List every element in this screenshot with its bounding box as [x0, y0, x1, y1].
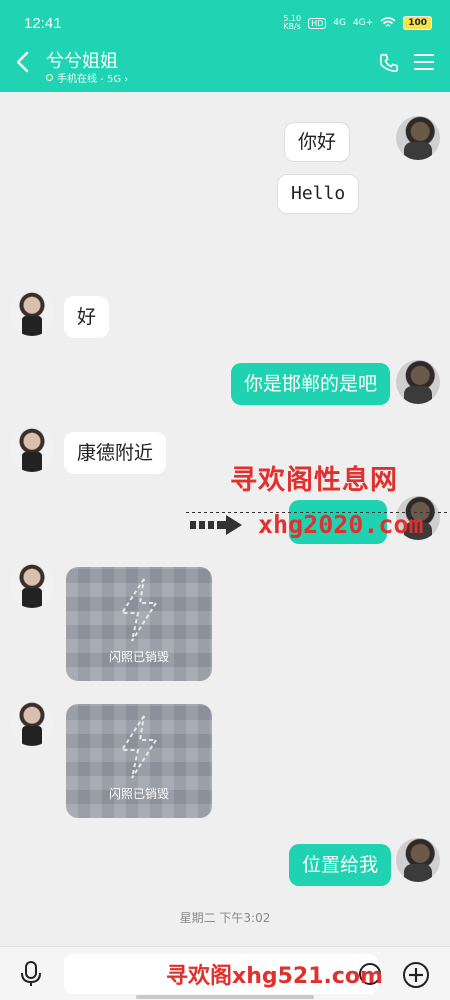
contact-avatar[interactable] — [10, 564, 54, 608]
microphone-icon[interactable] — [20, 961, 42, 987]
my-avatar[interactable] — [396, 116, 440, 160]
wifi-icon — [380, 17, 396, 27]
online-dot-icon — [46, 74, 53, 81]
network-speed-unit: KB/s — [283, 22, 301, 31]
net2-icon: 4G+ — [352, 18, 374, 28]
lightning-icon — [120, 578, 158, 642]
message-timestamp: 星期二 下午3:02 — [179, 911, 271, 925]
back-arrow-icon[interactable] — [12, 50, 36, 74]
menu-icon[interactable] — [414, 53, 434, 71]
watermark-bottom: 寻欢阁xhg521.com — [166, 964, 383, 989]
contact-avatar[interactable] — [10, 428, 54, 472]
battery-icon: 100 — [403, 16, 432, 30]
flash-photo[interactable]: 闪照已销毁 — [66, 567, 212, 681]
online-status[interactable]: 手机在线 - 5G › — [46, 70, 128, 85]
lightning-icon — [120, 715, 158, 779]
watermark-url: xhg2020.com — [258, 510, 424, 539]
home-indicator[interactable] — [136, 995, 314, 999]
my-avatar[interactable] — [396, 360, 440, 404]
flash-photo-caption: 闪照已销毁 — [108, 787, 169, 801]
status-time: 12:41 — [24, 14, 62, 32]
watermark-title: 寻欢阁性息网 — [230, 465, 398, 496]
contact-avatar[interactable] — [10, 702, 54, 746]
my-avatar[interactable] — [396, 838, 440, 882]
hd-icon: HD — [308, 17, 327, 29]
message-bubble-received[interactable]: 好 — [64, 296, 110, 338]
contact-avatar[interactable] — [10, 292, 54, 336]
net1-icon: 4G — [333, 18, 346, 28]
flash-photo-caption: 闪照已销毁 — [108, 650, 169, 664]
status-bar: 12:41 5.10 KB/s HD 4G 4G+ 100 — [24, 14, 432, 32]
message-bubble-sent[interactable]: 你好 — [284, 122, 351, 162]
flash-photo[interactable]: 闪照已销毁 — [66, 704, 212, 818]
top-bar: 12:41 5.10 KB/s HD 4G 4G+ 100 兮兮姐姐 手机在线 … — [0, 0, 450, 92]
status-icons: 5.10 KB/s HD 4G 4G+ 100 — [283, 15, 432, 31]
network-speed: 5.10 KB/s — [283, 15, 301, 31]
message-bubble-sent[interactable]: 位置给我 — [289, 844, 392, 886]
message-bubble-received[interactable]: 康德附近 — [64, 432, 167, 474]
message-bubble-sent[interactable]: 你是邯郸的是吧 — [231, 363, 391, 405]
online-status-text: 手机在线 - 5G › — [57, 74, 129, 85]
plus-icon[interactable] — [402, 961, 430, 989]
message-bubble-sent[interactable]: Hello — [277, 174, 360, 214]
phone-icon[interactable] — [378, 52, 400, 74]
watermark-arrow-icon — [190, 515, 242, 535]
